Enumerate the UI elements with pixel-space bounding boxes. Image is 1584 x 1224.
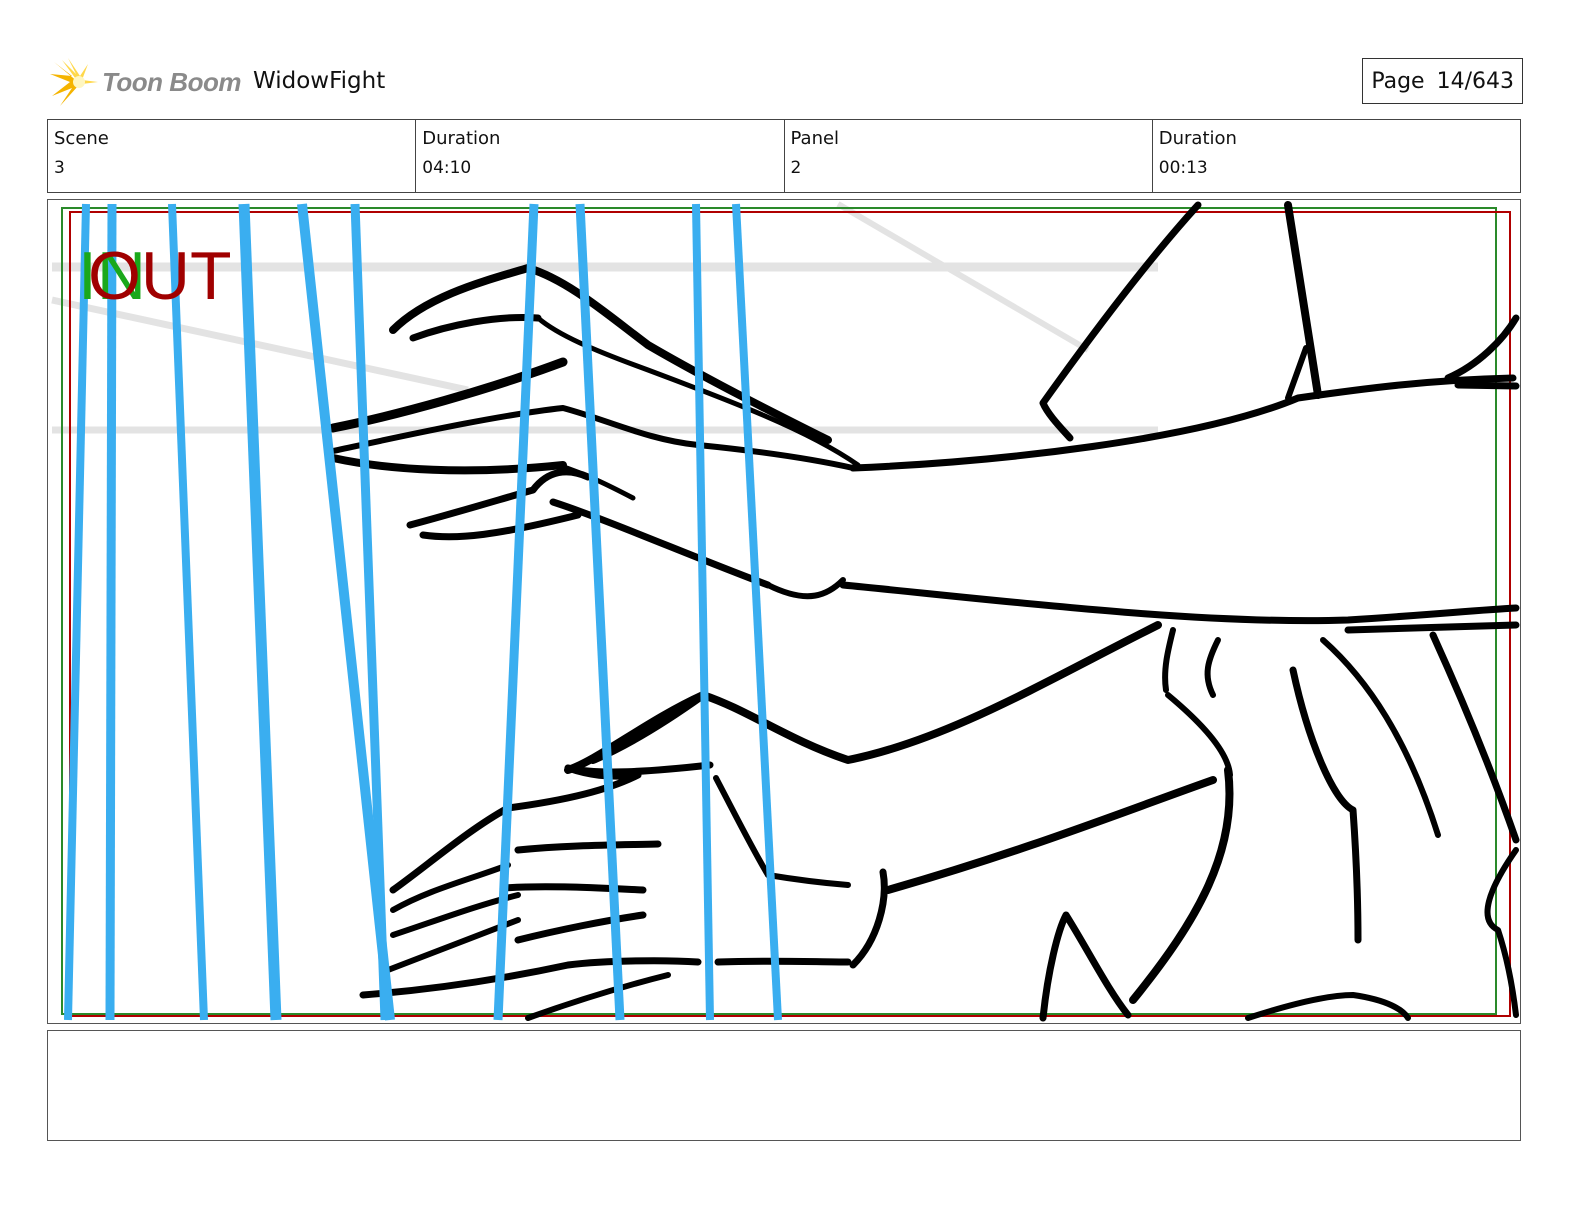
out-marker: OUT [88,238,232,314]
scene-duration-label: Duration [422,128,501,149]
scene-label: Scene [54,128,109,149]
panel-value: 2 [790,158,802,178]
panel-drawing: IN OUT [51,201,1520,1022]
toon-boom-logo: Toon Boom [48,54,241,110]
scene-cell: Scene 3 [48,120,417,192]
scene-value: 3 [54,158,65,178]
safe-frame-green [61,207,1497,1015]
panel-duration-cell: Duration 00:13 [1153,120,1520,192]
scene-duration-cell: Duration 04:10 [416,120,785,192]
panel-label: Panel [790,128,840,149]
storyboard-header: Toon Boom WidowFight Page 14/643 [48,50,1523,112]
page-label: Page [1371,68,1425,94]
logo-text: Toon Boom [102,66,241,97]
page-number: 14/643 [1436,68,1514,94]
page-indicator: Page 14/643 [1362,58,1523,104]
panel-cell: Panel 2 [785,120,1153,192]
panel-duration-value: 00:13 [1158,158,1208,178]
scene-info-table: Scene 3 Duration 04:10 Panel 2 Duration … [47,119,1521,193]
panel-notes [47,1030,1521,1141]
panel-duration-label: Duration [1158,128,1237,149]
scene-duration-value: 04:10 [422,158,472,178]
storyboard-panel: IN OUT [47,199,1521,1024]
project-title: WidowFight [253,68,386,94]
safe-frame-red [69,211,1511,1017]
burst-icon [50,58,98,106]
